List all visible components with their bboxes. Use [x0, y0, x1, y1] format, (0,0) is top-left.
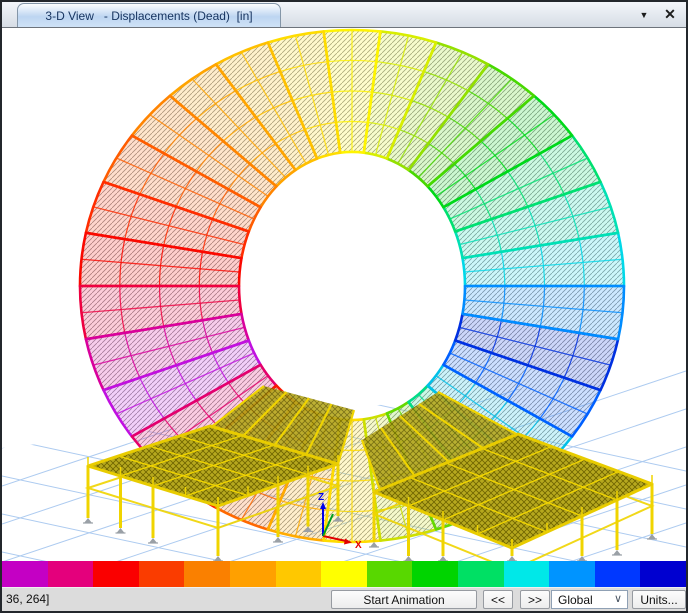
color-scale: [2, 561, 686, 587]
chevron-down-icon: ∨: [614, 591, 622, 608]
legend-color-segment: [549, 561, 595, 587]
units-button[interactable]: Units...: [632, 590, 686, 609]
3d-viewport[interactable]: ZX: [2, 28, 686, 561]
status-bar: 36, 264] Start Animation << >> Global ∨ …: [2, 587, 686, 611]
legend-color-segment: [276, 561, 322, 587]
window-frame: 3-D View - Displacements (Dead) [in] ▼ ✕…: [0, 0, 688, 613]
legend-color-segment: [504, 561, 550, 587]
start-animation-button[interactable]: Start Animation: [331, 590, 477, 609]
legend-color-segment: [2, 561, 48, 587]
legend-color-segment: [93, 561, 139, 587]
coordinate-system-select[interactable]: Global ∨: [551, 590, 628, 609]
tab-menu-icon[interactable]: ▼: [634, 2, 654, 27]
legend-color-segment: [640, 561, 686, 587]
title-bar: 3-D View - Displacements (Dead) [in] ▼ ✕: [2, 2, 686, 28]
view-tab[interactable]: 3-D View - Displacements (Dead) [in]: [17, 3, 281, 27]
legend-color-segment: [367, 561, 413, 587]
legend-color-segment: [139, 561, 185, 587]
legend-color-segment: [321, 561, 367, 587]
legend-color-segment: [48, 561, 94, 587]
close-icon[interactable]: ✕: [660, 2, 680, 27]
legend-color-segment: [412, 561, 458, 587]
axis-x-label: X: [355, 540, 362, 551]
legend-color-segment: [230, 561, 276, 587]
step-backward-button[interactable]: <<: [483, 590, 513, 609]
legend-color-segment: [184, 561, 230, 587]
coordinate-system-value: Global: [558, 593, 593, 607]
status-coordinates: 36, 264]: [6, 588, 49, 611]
view-tab-title: 3-D View - Displacements (Dead) [in]: [45, 9, 252, 23]
step-forward-button[interactable]: >>: [520, 590, 550, 609]
displacement-scene: ZX: [2, 28, 686, 561]
legend-color-segment: [595, 561, 641, 587]
axis-z-label: Z: [318, 492, 324, 503]
legend-color-segment: [458, 561, 504, 587]
